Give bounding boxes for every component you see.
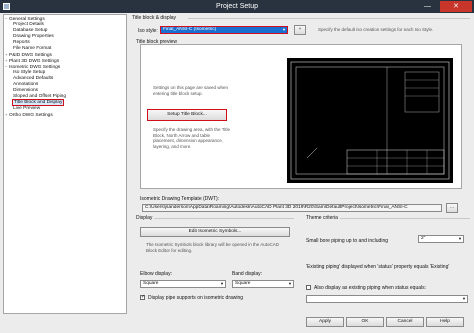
small-bore-value: 2" [421, 236, 426, 241]
theme-divider [340, 218, 470, 219]
tree-item-label: Project Details [13, 22, 44, 27]
template-path-value: C:\Users\jsanderson\AppData\Roaming\Auto… [145, 205, 408, 210]
tree-item-label: Dimensions [13, 88, 39, 93]
existing-piping-text: 'Existing piping' displayed when 'status… [306, 264, 450, 270]
elbow-display-dropdown[interactable]: Square ▼ [140, 280, 226, 288]
small-bore-dropdown[interactable]: 2" ▼ [418, 235, 464, 243]
title-block-preview: Settings on this page are saved when ent… [140, 44, 462, 189]
cancel-button[interactable]: Cancel [386, 317, 424, 327]
existing-status-dropdown[interactable]: ▼ [306, 295, 468, 303]
display-divider [154, 218, 294, 219]
tree-item-label: Reports [13, 40, 30, 45]
elbow-display-label: Elbow display: [140, 271, 172, 277]
pipe-supports-checkbox[interactable] [140, 294, 145, 300]
iso-style-dropdown[interactable]: Final_ANSI-C (Isometric) ▼ [160, 26, 288, 34]
chevron-down-icon: ▼ [282, 27, 286, 32]
section-divider [188, 18, 470, 19]
title-block-thumbnail [287, 58, 453, 183]
title-bar: Project Setup — ✕ [0, 0, 474, 13]
chevron-down-icon: ▼ [458, 236, 462, 241]
minimize-button[interactable]: — [420, 1, 435, 12]
preview-note: Settings on this page are saved when ent… [153, 85, 229, 96]
chevron-down-icon: ▼ [288, 281, 292, 286]
edit-isometric-symbols-button[interactable]: Edit Isometric Symbols... [140, 227, 290, 237]
add-style-button[interactable]: + [294, 25, 306, 35]
tree-item-label: Annotations [13, 82, 39, 87]
style-hint: Specify the default iso creation setting… [318, 27, 434, 32]
setup-title-block-button[interactable]: Setup Title Block... [147, 109, 227, 121]
tree-item-label: Live Preview [13, 106, 41, 111]
tree-item-label: Ortho DWG Settings [9, 113, 53, 118]
tree-item-label: Iso Style Setup [13, 70, 46, 75]
settings-tree[interactable]: − General Settings Project Details Database… [3, 14, 127, 314]
elbow-display-value: Square [143, 281, 159, 286]
window-title: Project Setup [215, 3, 259, 10]
also-existing-checkbox[interactable] [306, 285, 311, 290]
also-existing-label: Also display as existing piping when sta… [314, 285, 427, 291]
setup-description: Specify the drawing area, with the Title… [153, 127, 231, 149]
band-display-dropdown[interactable]: Square ▼ [232, 280, 294, 288]
band-display-label: Band display: [232, 271, 263, 277]
iso-style-label: Iso style: [138, 28, 158, 34]
settings-panel: Title block & display Iso style: Final_A… [132, 14, 472, 314]
band-display-value: Square [235, 281, 251, 286]
chevron-down-icon: ▼ [462, 296, 466, 301]
symbols-description: The Isometric Symbols block library will… [146, 242, 280, 253]
template-label: Isometric Drawing Template (DWT): [140, 196, 220, 202]
theme-criteria-label: Theme criteria [306, 215, 338, 221]
template-path-field[interactable]: C:\Users\jsanderson\AppData\Roaming\Auto… [142, 204, 442, 212]
tree-item-label: Drawing Properties [13, 34, 54, 39]
iso-style-value: Final_ANSI-C (Isometric) [163, 27, 217, 32]
ok-button[interactable]: OK [346, 317, 384, 327]
pipe-supports-label: Display pipe supports on isometric drawi… [148, 295, 244, 301]
browse-template-button[interactable]: ... [446, 203, 458, 213]
tree-item-label: File Name Format [13, 46, 52, 51]
tree-item-label: Database Setup [13, 28, 48, 33]
tree-item-label: Title Block and Display [11, 99, 65, 106]
small-bore-label: Small bore piping up to and including [306, 238, 388, 244]
tree-item-label: Sloped and Offset Piping [13, 94, 66, 99]
chevron-down-icon: ▼ [220, 281, 224, 286]
help-button[interactable]: Help [426, 317, 464, 327]
tree-item-label: Advanced Defaults [13, 76, 54, 81]
display-label: Display [136, 215, 153, 221]
apply-button[interactable]: Apply [306, 317, 344, 327]
close-button[interactable]: ✕ [440, 1, 472, 12]
section-title: Title block & display [132, 15, 176, 21]
tree-item[interactable]: + Ortho DWG Settings [5, 112, 53, 118]
